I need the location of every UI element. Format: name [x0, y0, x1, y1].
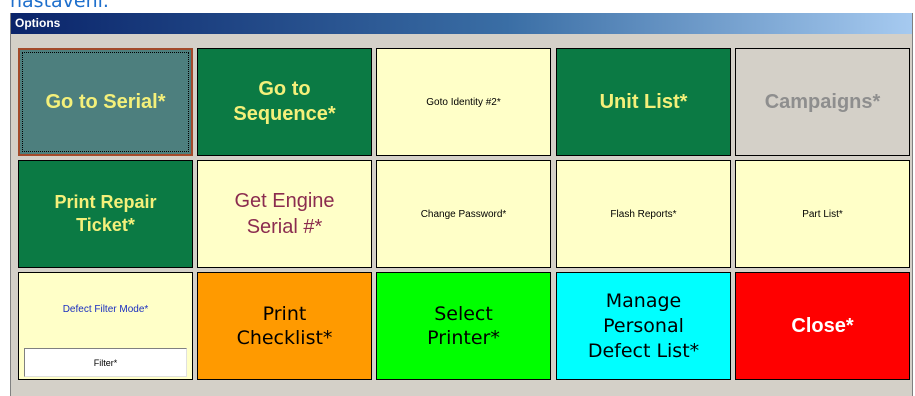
campaigns-button[interactable]: Campaigns* — [735, 48, 910, 156]
window-title: Options — [11, 13, 912, 34]
manage-defect-list-label-line3: Defect List* — [587, 339, 700, 362]
change-password-label: Change Password* — [420, 208, 507, 220]
close-button[interactable]: Close* — [735, 272, 910, 380]
change-password-button[interactable]: Change Password* — [376, 160, 551, 268]
manage-defect-list-label-line2: Personal — [603, 314, 684, 337]
print-checklist-label-line1: Print — [262, 303, 307, 325]
flash-reports-button[interactable]: Flash Reports* — [556, 160, 731, 268]
unit-list-label: Unit List* — [599, 90, 688, 113]
get-engine-serial-label-line2: Serial #* — [246, 216, 323, 238]
top-caption: nastavení. — [10, 0, 109, 12]
manage-defect-list-label-line1: Manage — [605, 289, 682, 312]
print-repair-ticket-label-line2: Ticket* — [76, 215, 135, 235]
go-to-sequence-label-line2: Sequence* — [233, 103, 336, 125]
print-checklist-button[interactable]: Print Checklist* — [197, 272, 372, 380]
print-repair-ticket-button[interactable]: Print Repair Ticket* — [18, 160, 193, 268]
print-checklist-label-line2: Checklist* — [236, 327, 333, 349]
get-engine-serial-label-line1: Get Engine — [234, 190, 335, 212]
part-list-label: Part List* — [802, 208, 843, 220]
go-to-sequence-button[interactable]: Go to Sequence* — [197, 48, 372, 156]
go-to-serial-button[interactable]: Go to Serial* — [18, 48, 193, 156]
print-repair-ticket-label-line1: Print Repair — [54, 192, 157, 212]
filter-button[interactable]: Filter* — [24, 348, 187, 377]
get-engine-serial-button[interactable]: Get Engine Serial #* — [197, 160, 372, 268]
go-to-serial-label: Go to Serial* — [45, 90, 166, 113]
select-printer-label-line2: Printer* — [427, 327, 500, 349]
goto-identity-button[interactable]: Goto Identity #2* — [376, 48, 551, 156]
flash-reports-label: Flash Reports* — [610, 208, 677, 220]
close-label: Close* — [791, 314, 854, 337]
manage-defect-list-button[interactable]: Manage Personal Defect List* — [556, 272, 731, 380]
go-to-sequence-label-line1: Go to — [258, 78, 311, 100]
defect-filter-group: Defect Filter Mode* Filter* — [18, 272, 193, 380]
part-list-button[interactable]: Part List* — [735, 160, 910, 268]
select-printer-label-line1: Select — [434, 303, 493, 325]
select-printer-button[interactable]: Select Printer* — [376, 272, 551, 380]
goto-identity-label: Goto Identity #2* — [426, 96, 501, 108]
unit-list-button[interactable]: Unit List* — [556, 48, 731, 156]
campaigns-label: Campaigns* — [764, 90, 881, 113]
defect-filter-mode-button[interactable]: Defect Filter Mode* — [19, 273, 192, 345]
